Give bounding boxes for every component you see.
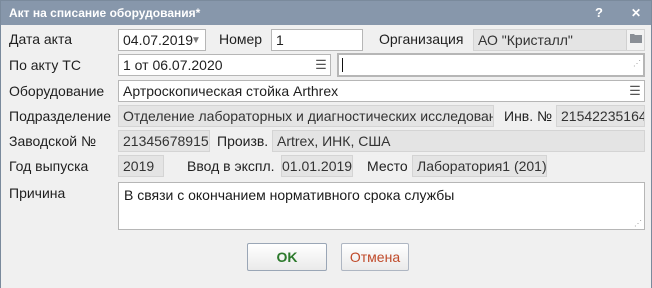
list-icon[interactable]: ☰	[626, 81, 644, 101]
division-field[interactable]: Отделение лабораторных и диагностических…	[118, 105, 494, 127]
division-value: Отделение лабораторных и диагностических…	[123, 108, 494, 124]
ts-act-label: По акту ТС	[9, 57, 81, 73]
resize-grip-icon: ⋰	[633, 59, 641, 68]
serial-label: Заводской №	[9, 133, 96, 149]
folder-icon[interactable]	[626, 30, 644, 50]
number-field[interactable]: 1	[271, 29, 363, 51]
date-label: Дата акта	[9, 31, 72, 47]
window-title: Акт на списание оборудования*	[9, 6, 201, 20]
ts-act-value: 1 от 06.07.2020	[123, 57, 223, 73]
inv-value: 215422351643	[561, 108, 644, 124]
commission-value: 01.01.2019	[282, 158, 353, 174]
year-label: Год выпуска	[9, 158, 89, 174]
chevron-down-icon[interactable]: ▼	[187, 30, 205, 50]
ts-act-extra-field[interactable]: ⋰	[337, 53, 645, 77]
resize-grip-icon[interactable]: ⋰	[634, 219, 642, 228]
help-icon[interactable]: ?	[590, 4, 608, 22]
title-bar[interactable]: Акт на списание оборудования* ? ✕	[1, 1, 651, 25]
place-label: Место	[367, 158, 408, 174]
ok-button[interactable]: OK	[247, 243, 327, 271]
commission-field[interactable]: 01.01.2019	[281, 155, 353, 177]
organization-label: Организация	[379, 31, 464, 47]
equipment-field[interactable]: Артроскопическая стойка Arthrex ☰	[118, 80, 645, 102]
form-body: Дата акта 04.07.2019 ▼ Номер 1 Организац…	[1, 25, 651, 288]
cancel-button[interactable]: Отмена	[341, 243, 409, 271]
number-label: Номер	[219, 31, 263, 47]
ts-act-field[interactable]: 1 от 06.07.2020 ☰	[118, 54, 331, 76]
reason-label: Причина	[9, 185, 66, 201]
equipment-value: Артроскопическая стойка Arthrex	[123, 83, 339, 99]
year-field[interactable]: 2019	[118, 155, 164, 177]
reason-value: В связи с окончанием нормативного срока …	[124, 187, 455, 203]
commission-label: Ввод в экспл.	[187, 158, 275, 174]
reason-textarea[interactable]: В связи с окончанием нормативного срока …	[118, 182, 645, 230]
serial-value: 213456789152	[123, 133, 210, 149]
date-field[interactable]: 04.07.2019 ▼	[118, 29, 206, 51]
inv-label: Инв. №	[504, 108, 553, 124]
place-value: Лаборатория1 (201)	[417, 158, 547, 174]
date-value: 04.07.2019	[123, 32, 194, 48]
organization-value: АО "Кристалл"	[478, 32, 573, 48]
number-value: 1	[276, 32, 284, 48]
manufacturer-field[interactable]: Artrex, ИНК, США	[272, 130, 645, 152]
close-icon[interactable]: ✕	[627, 4, 645, 22]
inv-field[interactable]: 215422351643	[556, 105, 645, 127]
manufacturer-value: Artrex, ИНК, США	[277, 133, 391, 149]
equipment-label: Оборудование	[9, 83, 105, 99]
year-value: 2019	[123, 158, 155, 174]
text-cursor	[342, 58, 343, 72]
manufacturer-label: Произв.	[217, 133, 269, 149]
dialog-window: Акт на списание оборудования* ? ✕ Дата а…	[0, 0, 652, 288]
serial-field[interactable]: 213456789152	[118, 130, 210, 152]
division-label: Подразделение	[9, 108, 112, 124]
list-icon[interactable]: ☰	[312, 55, 330, 75]
place-field[interactable]: Лаборатория1 (201)	[412, 155, 547, 177]
organization-field[interactable]: АО "Кристалл"	[473, 29, 645, 51]
